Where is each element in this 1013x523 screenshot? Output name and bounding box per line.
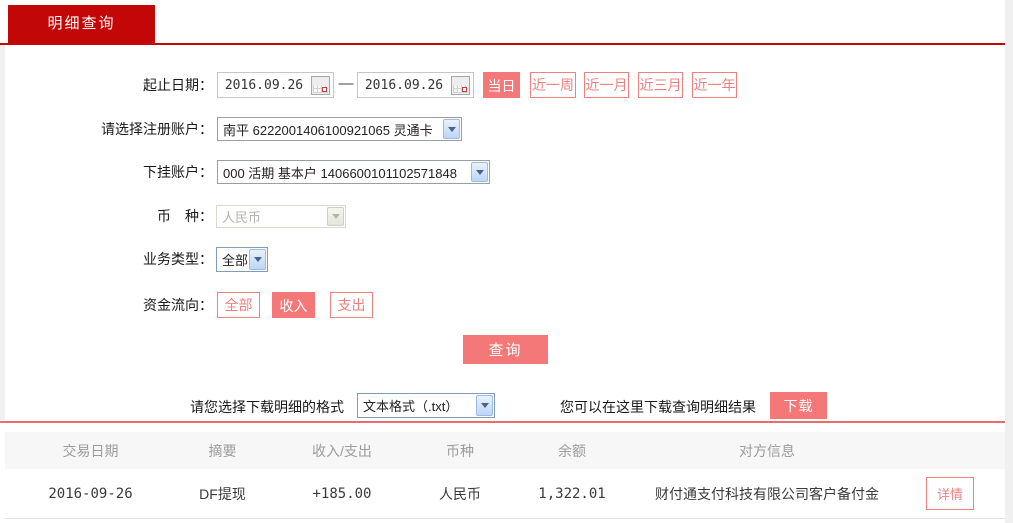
cell-counterparty: 财付通支付科技有限公司客户备付金 bbox=[655, 485, 879, 502]
download-format-label: 请您选择下载明细的格式 bbox=[190, 399, 344, 415]
quick-range-year-button[interactable]: 近一年 bbox=[692, 72, 737, 98]
cell-transaction-date: 2016-09-26 bbox=[48, 485, 133, 502]
quick-range-quarter-button[interactable]: 近三月 bbox=[638, 72, 683, 98]
chevron-down-icon bbox=[249, 249, 266, 270]
table-header-row: 交易日期 摘要 收入/支出 币种 余额 对方信息 bbox=[5, 432, 1005, 469]
page-right-margin bbox=[1005, 0, 1013, 523]
registered-account-value: 南平 6222001406100921065 灵通卡 bbox=[223, 122, 433, 138]
download-button[interactable]: 下载 bbox=[770, 392, 827, 419]
cell-summary: DF提现 bbox=[199, 485, 246, 502]
download-format-select[interactable]: 文本格式（.txt） bbox=[357, 393, 495, 418]
business-type-label: 业务类型： bbox=[143, 251, 213, 267]
quick-range-today-button[interactable]: 当日 bbox=[483, 72, 520, 98]
query-button[interactable]: 查询 bbox=[463, 335, 548, 364]
cell-amount: +185.00 bbox=[312, 485, 372, 502]
cell-currency: 人民币 bbox=[439, 485, 481, 502]
chevron-down-icon bbox=[327, 207, 344, 226]
col-header-counterparty: 对方信息 bbox=[739, 442, 795, 459]
flow-expense-button[interactable]: 支出 bbox=[330, 292, 373, 318]
col-header-amount: 收入/支出 bbox=[312, 442, 372, 459]
quick-range-month-button[interactable]: 近一月 bbox=[584, 72, 629, 98]
calendar-icon[interactable] bbox=[451, 76, 470, 95]
table-row: 2016-09-26 DF提现 +185.00 人民币 1,322.01 财付通… bbox=[5, 469, 1005, 519]
col-header-balance: 余额 bbox=[558, 442, 586, 459]
col-header-summary: 摘要 bbox=[208, 442, 237, 459]
registered-account-select[interactable]: 南平 6222001406100921065 灵通卡 bbox=[217, 117, 462, 141]
quick-range-week-button[interactable]: 近一周 bbox=[530, 72, 576, 98]
detail-query-page: 明细查询 起止日期： — 当日 近一周 近一月 近三月 近一年 请选择注册账户：… bbox=[0, 0, 1013, 523]
fund-flow-label: 资金流向： bbox=[143, 297, 213, 313]
cell-balance: 1,322.01 bbox=[538, 485, 606, 502]
detail-button[interactable]: 详情 bbox=[925, 477, 974, 510]
flow-all-button[interactable]: 全部 bbox=[217, 292, 260, 318]
chevron-down-icon bbox=[471, 162, 488, 182]
currency-label: 币 种： bbox=[157, 208, 213, 224]
calendar-icon[interactable] bbox=[311, 76, 330, 95]
registered-account-label: 请选择注册账户： bbox=[101, 121, 213, 137]
currency-select: 人民币 bbox=[216, 205, 346, 228]
sub-account-label: 下挂账户： bbox=[143, 164, 213, 180]
start-date-input[interactable] bbox=[218, 73, 310, 97]
col-header-date: 交易日期 bbox=[62, 442, 119, 459]
download-format-value: 文本格式（.txt） bbox=[363, 399, 459, 414]
tab-underline bbox=[0, 43, 1005, 45]
sub-account-select[interactable]: 000 活期 基本户 1406600101102571848 bbox=[217, 160, 490, 184]
chevron-down-icon bbox=[476, 395, 493, 416]
flow-income-button[interactable]: 收入 bbox=[272, 292, 315, 318]
end-date-input[interactable] bbox=[358, 73, 450, 97]
date-range-label: 起止日期： bbox=[143, 77, 213, 93]
date-separator: — bbox=[338, 75, 354, 92]
business-type-select[interactable]: 全部 bbox=[216, 247, 268, 272]
page-left-margin bbox=[0, 45, 5, 420]
end-date-field[interactable] bbox=[357, 72, 474, 98]
currency-value: 人民币 bbox=[222, 210, 262, 225]
chevron-down-icon bbox=[443, 119, 460, 139]
start-date-field[interactable] bbox=[217, 72, 334, 98]
business-type-value: 全部 bbox=[222, 253, 248, 268]
tab-detail-query[interactable]: 明细查询 bbox=[8, 5, 155, 43]
download-hint: 您可以在这里下载查询明细结果 bbox=[560, 399, 756, 415]
sub-account-value: 000 活期 基本户 1406600101102571848 bbox=[223, 165, 457, 181]
table-top-divider bbox=[0, 421, 1005, 423]
col-header-currency: 币种 bbox=[446, 442, 474, 459]
